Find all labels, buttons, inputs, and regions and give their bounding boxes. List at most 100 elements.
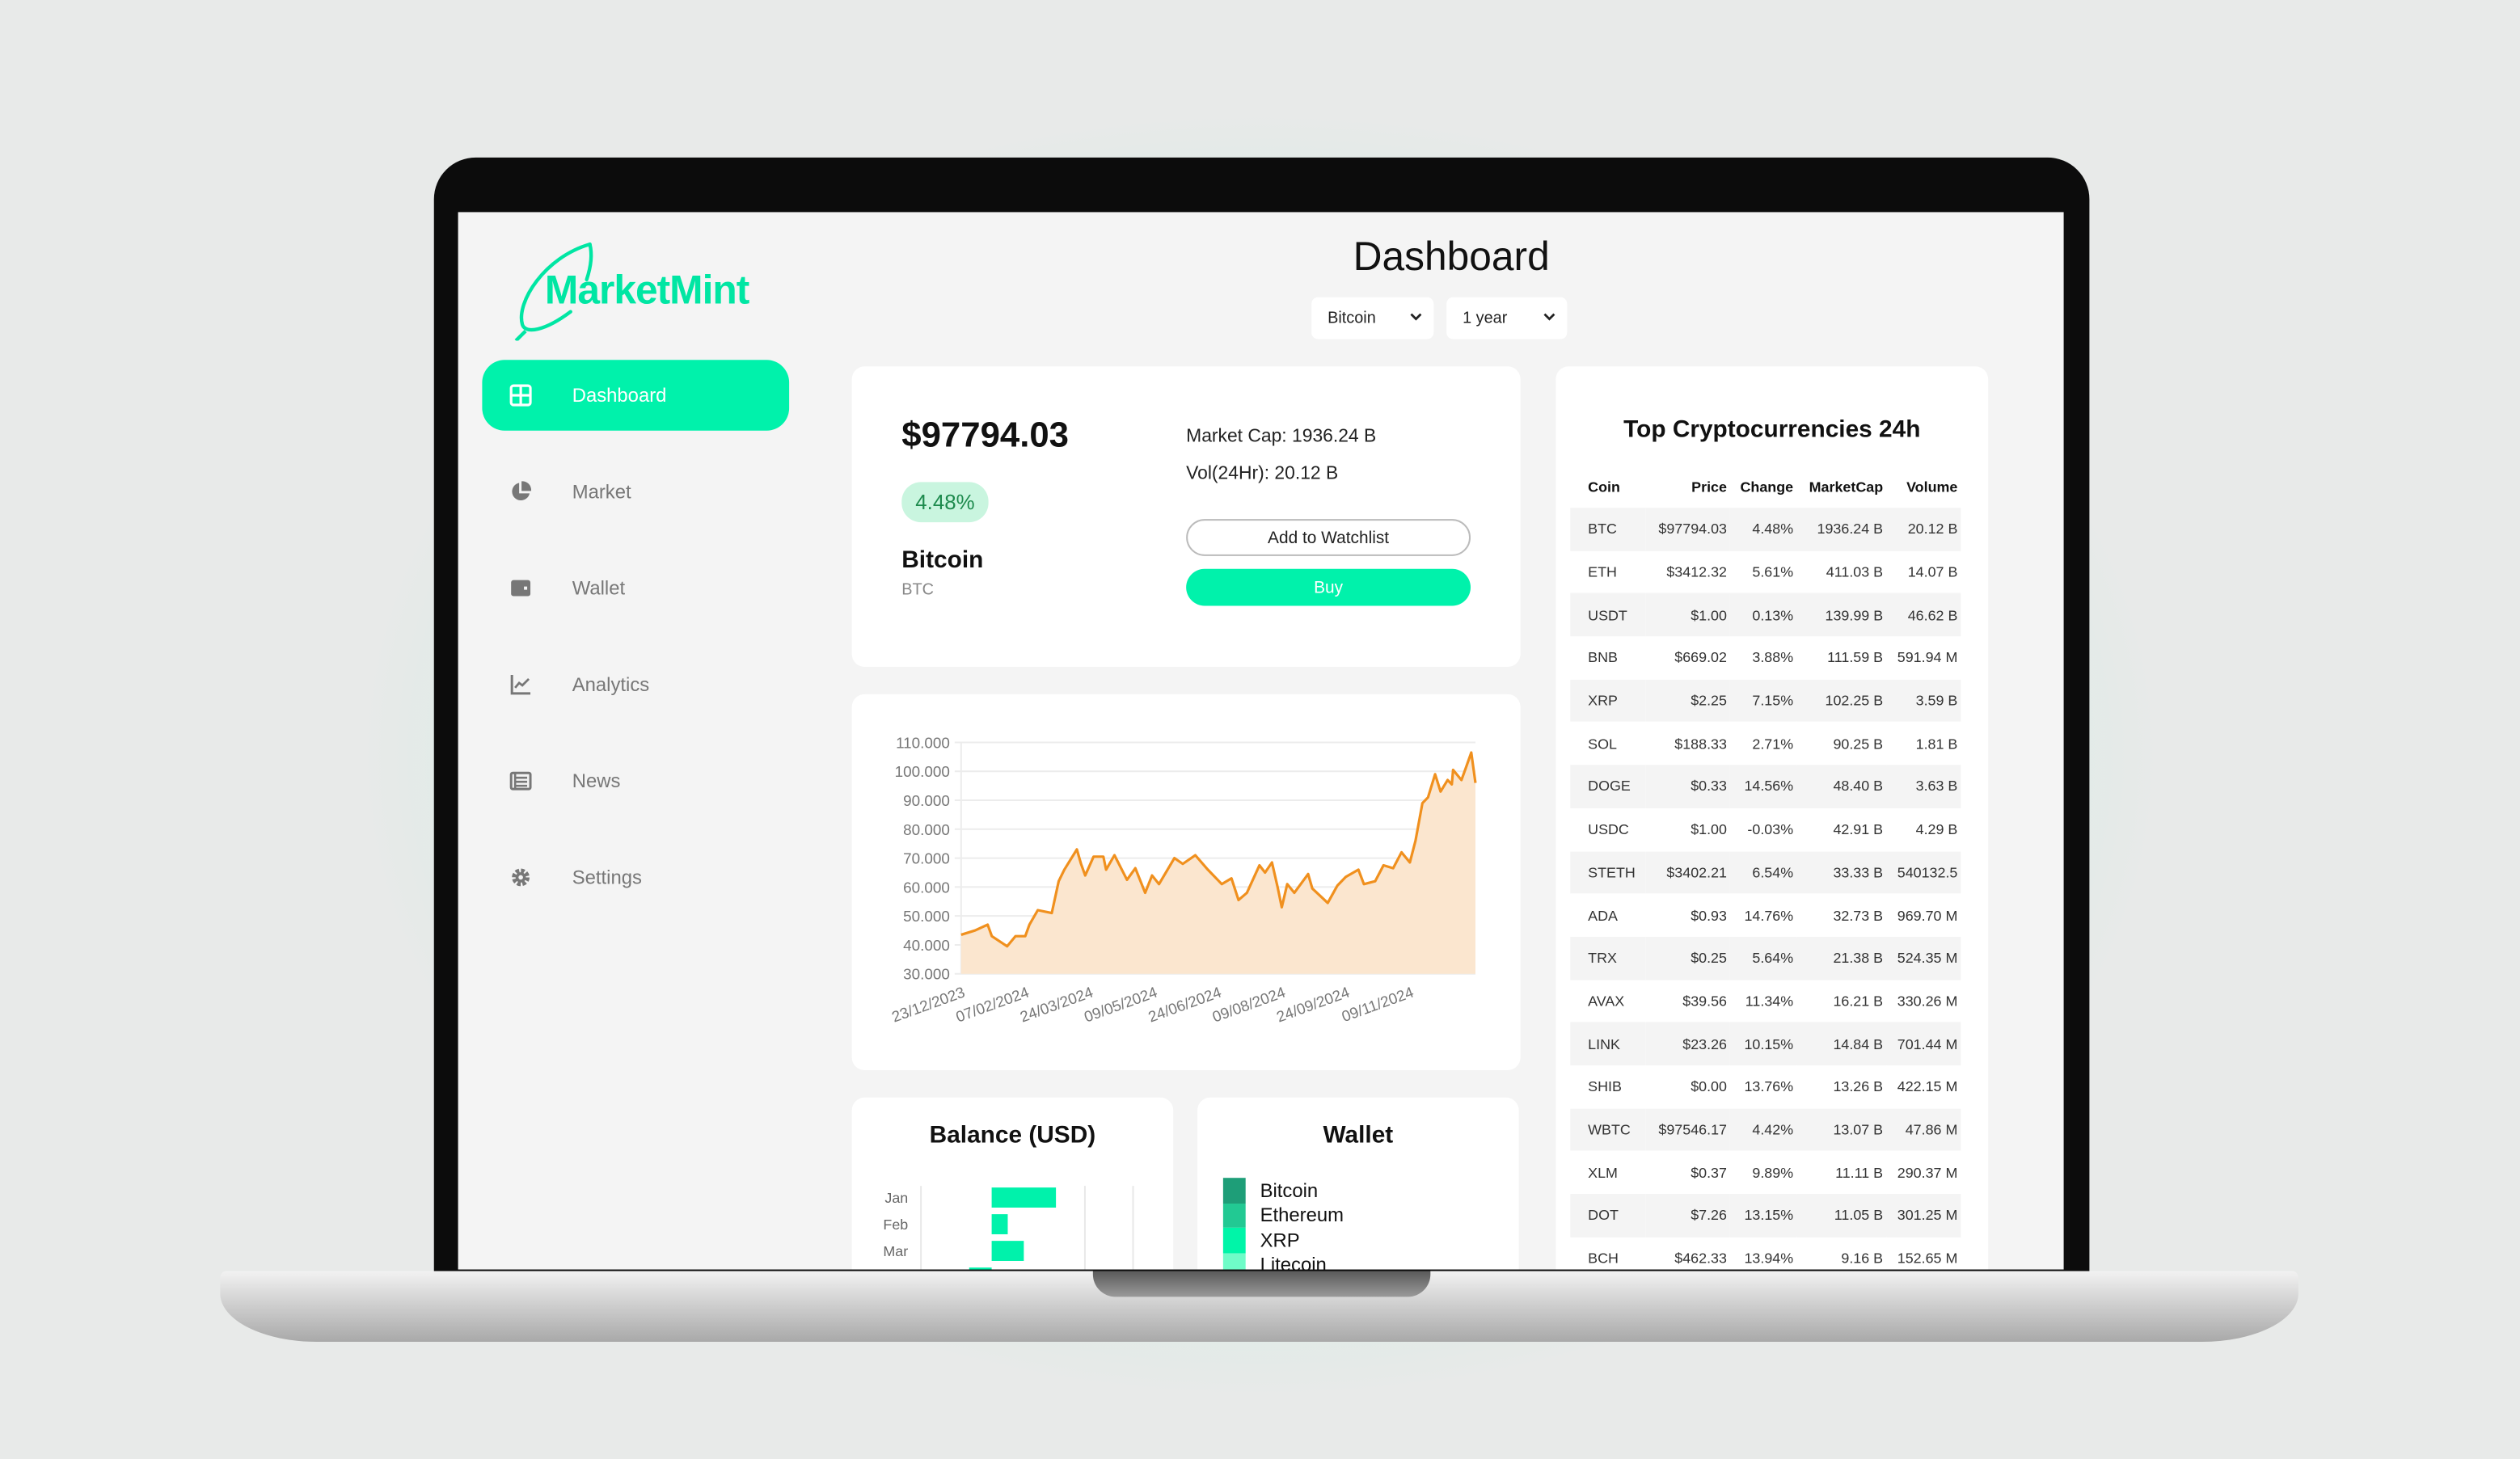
table-cell: 102.25 B <box>1825 693 1884 709</box>
legend-label: Ethereum <box>1260 1204 1344 1227</box>
x-tick-label: 24/09/2024 <box>1274 985 1352 1027</box>
table-row[interactable]: BTC $97794.03 4.48% 1936.24 B 20.12 B <box>1570 508 1961 551</box>
table-cell: $97794.03 <box>1658 521 1727 538</box>
legend-label: XRP <box>1260 1229 1300 1252</box>
table-cell: $0.25 <box>1691 950 1727 967</box>
table-row[interactable]: DOT $7.26 13.15% 11.05 B 301.25 M <box>1570 1194 1961 1238</box>
table-row[interactable]: AVAX $39.56 11.34% 16.21 B 330.26 M <box>1570 980 1961 1023</box>
table-cell: XRP <box>1588 693 1618 709</box>
table-cell: 13.94% <box>1744 1250 1794 1267</box>
table-cell: 13.26 B <box>1833 1078 1884 1095</box>
chevron-down-icon <box>1410 313 1422 321</box>
sidebar-item-analytics[interactable]: Analytics <box>482 649 789 719</box>
table-row[interactable]: USDC $1.00 -0.03% 42.91 B 4.29 B <box>1570 808 1961 851</box>
table-row[interactable]: STETH $3402.21 6.54% 33.33 B 540132.5 <box>1570 850 1961 894</box>
sidebar-item-dashboard[interactable]: Dashboard <box>482 360 790 431</box>
x-tick-label: 24/03/2024 <box>1018 985 1095 1027</box>
table-cell: 6.54% <box>1752 864 1794 881</box>
coin-select[interactable]: Bitcoin <box>1311 297 1434 339</box>
table-cell: 4.29 B <box>1915 821 1958 838</box>
balance-bar[interactable] <box>991 1187 1057 1208</box>
page-title: Dashboard <box>1353 234 1550 280</box>
table-cell: DOT <box>1588 1207 1619 1224</box>
gear-icon <box>512 868 530 887</box>
table-row[interactable]: ETH $3412.32 5.61% 411.03 B 14.07 B <box>1570 550 1961 593</box>
sidebar-item-settings[interactable]: Settings <box>482 842 789 913</box>
table-cell: 411.03 B <box>1826 563 1884 580</box>
table-cell: 46.62 B <box>1907 606 1958 623</box>
sidebar-item-wallet[interactable]: Wallet <box>482 553 789 623</box>
table-row[interactable]: USDT $1.00 0.13% 139.99 B 46.62 B <box>1570 593 1961 637</box>
balance-bar[interactable] <box>969 1267 992 1270</box>
table-cell: AVAX <box>1588 993 1625 1010</box>
buy-button[interactable]: Buy <box>1186 568 1471 606</box>
table-cell: $3412.32 <box>1666 563 1727 580</box>
table-cell: 20.12 B <box>1907 521 1958 538</box>
y-tick-label: 90.000 <box>903 793 950 810</box>
table-row[interactable]: BNB $669.02 3.88% 111.59 B 591.94 M <box>1570 636 1961 679</box>
table-cell: 111.59 B <box>1827 649 1884 666</box>
table-row[interactable]: XRP $2.25 7.15% 102.25 B 3.59 B <box>1570 679 1961 723</box>
table-row[interactable]: SOL $188.33 2.71% 90.25 B 1.81 B <box>1570 722 1961 765</box>
add-to-watchlist-button[interactable]: Add to Watchlist <box>1186 519 1471 556</box>
table-cell: 524.35 M <box>1897 950 1958 967</box>
table-cell: 11.05 B <box>1834 1207 1884 1224</box>
table-cell: DOGE <box>1588 778 1631 795</box>
table-row[interactable]: LINK $23.26 10.15% 14.84 B 701.44 M <box>1570 1022 1961 1065</box>
table-cell: 14.76% <box>1744 907 1794 924</box>
table-row[interactable]: BCH $462.33 13.94% 9.16 B 152.65 M <box>1570 1237 1961 1269</box>
x-tick-label: 09/08/2024 <box>1210 985 1288 1027</box>
balance-card: Balance (USD) JanFebMarApr <box>851 1097 1174 1270</box>
x-tick-label: 23/12/2023 <box>890 985 968 1027</box>
y-tick-label: 40.000 <box>903 938 950 955</box>
table-cell: 47.86 M <box>1905 1121 1958 1138</box>
table-cell: 13.15% <box>1744 1207 1794 1224</box>
table-cell: 21.38 B <box>1833 950 1884 967</box>
sidebar-item-market[interactable]: Market <box>482 457 789 527</box>
laptop-notch <box>1092 1271 1431 1297</box>
balance-bar[interactable] <box>991 1241 1024 1261</box>
column-header: Price <box>1691 479 1727 495</box>
wallet-title: Wallet <box>1323 1121 1394 1149</box>
table-row[interactable]: WBTC $97546.17 4.42% 13.07 B 47.86 M <box>1570 1107 1961 1152</box>
table-row[interactable]: XLM $0.37 9.89% 11.11 B 290.37 M <box>1570 1151 1961 1194</box>
table-cell: 5.64% <box>1752 950 1794 967</box>
table-row[interactable]: ADA $0.93 14.76% 32.73 B 969.70 M <box>1570 894 1961 937</box>
table-cell: 2.71% <box>1752 736 1794 752</box>
sidebar-item-news[interactable]: News <box>482 745 789 816</box>
table-cell: 152.65 M <box>1897 1250 1958 1267</box>
marketmint-logo[interactable]: MarketMint <box>513 241 770 343</box>
category-label: Feb <box>883 1217 908 1233</box>
newspaper-icon <box>509 771 532 791</box>
table-cell: $0.93 <box>1691 907 1727 924</box>
table-cell: $1.00 <box>1691 821 1727 838</box>
table-cell: 13.76% <box>1744 1078 1794 1095</box>
table-cell: $0.37 <box>1691 1164 1727 1181</box>
table-row[interactable]: SHIB $0.00 13.76% 13.26 B 422.15 M <box>1570 1065 1961 1108</box>
table-cell: 1.81 B <box>1915 736 1958 752</box>
table-cell: 3.59 B <box>1915 693 1958 709</box>
table-cell: 14.84 B <box>1833 1035 1884 1052</box>
table-cell: -0.03% <box>1747 821 1794 838</box>
table-cell: BTC <box>1588 521 1617 538</box>
table-row[interactable]: DOGE $0.33 14.56% 48.40 B 3.63 B <box>1570 765 1961 808</box>
balance-bar-chart: JanFebMarApr <box>883 1186 1134 1270</box>
table-cell: 16.21 B <box>1833 993 1884 1010</box>
table-cell: $39.56 <box>1682 993 1727 1010</box>
pie-chart-icon <box>512 481 532 501</box>
y-tick-label: 110.000 <box>896 735 950 752</box>
table-row[interactable]: TRX $0.25 5.64% 21.38 B 524.35 M <box>1570 936 1961 980</box>
table-cell: USDC <box>1588 821 1629 838</box>
period-select-value: 1 year <box>1463 309 1508 327</box>
balance-bar[interactable] <box>991 1214 1008 1234</box>
legend-swatch <box>1222 1203 1246 1228</box>
wallet-icon <box>511 580 531 597</box>
table-cell: 591.94 M <box>1897 649 1958 666</box>
table-cell: 32.73 B <box>1833 907 1884 924</box>
period-select[interactable]: 1 year <box>1446 297 1568 339</box>
legend-swatch <box>1222 1178 1246 1204</box>
table-cell: $23.26 <box>1682 1035 1727 1052</box>
legend-swatch <box>1222 1227 1246 1253</box>
top-crypto-title: Top Cryptocurrencies 24h <box>1623 415 1921 444</box>
wallet-legend: Bitcoin Ethereum XRP Litecoin <box>1222 1178 1344 1270</box>
